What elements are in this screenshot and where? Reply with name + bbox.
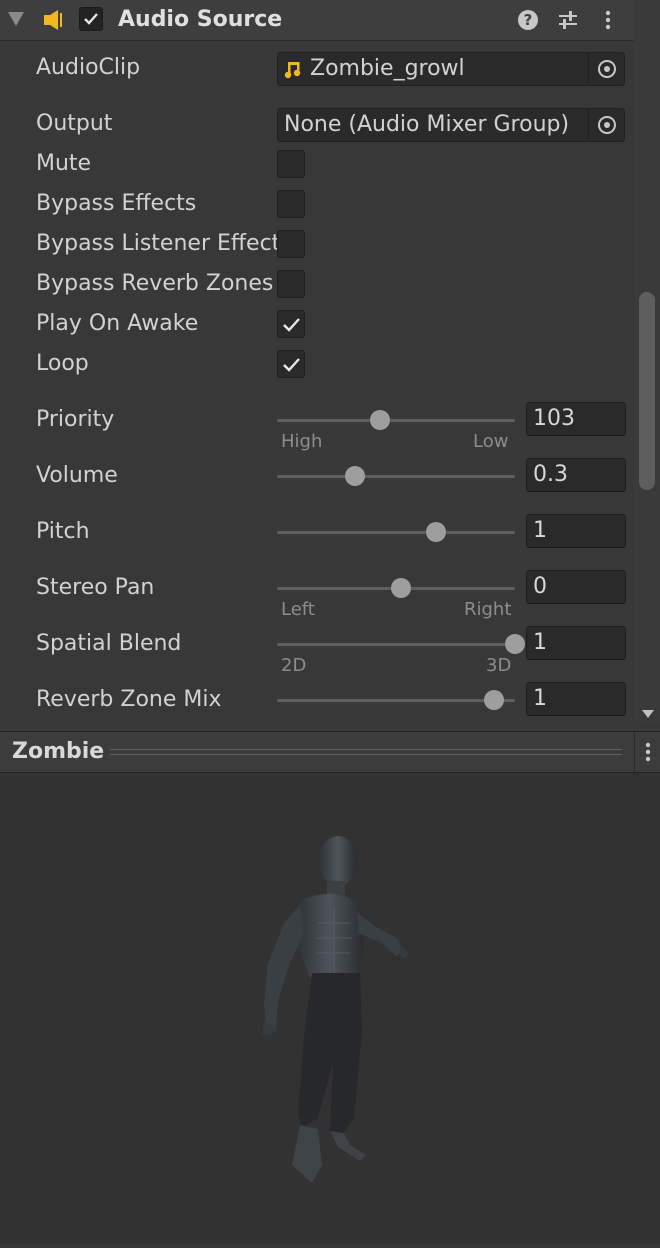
component-title: Audio Source [118, 7, 283, 32]
stereo-pan-min-label: Left [281, 599, 315, 620]
audio-clip-icon [284, 62, 301, 79]
component-header[interactable]: Audio Source ? [0, 0, 634, 41]
spatial-blend-slider-track[interactable] [277, 643, 515, 646]
priority-slider-handle[interactable] [370, 410, 391, 430]
drag-handle-line[interactable] [110, 754, 622, 755]
spatial-blend-max-label: 3D [486, 655, 512, 676]
bypass-effects-checkbox[interactable] [277, 190, 305, 218]
scroll-down-arrow-icon[interactable] [642, 710, 654, 718]
spatial-blend-value-field[interactable]: 1 [526, 626, 626, 660]
drag-handle-line[interactable] [110, 749, 622, 750]
inspector-scrollbar[interactable] [634, 0, 660, 722]
reverb-zone-mix-slider-handle[interactable] [484, 690, 505, 710]
object-picker-icon [598, 116, 616, 134]
loop-label: Loop [36, 351, 89, 376]
foldout-expanded-icon[interactable] [8, 12, 24, 26]
bypass-reverb-zones-label: Bypass Reverb Zones [36, 271, 274, 296]
priority-slider-track[interactable] [277, 419, 515, 422]
pitch-value-field[interactable]: 1 [526, 514, 626, 548]
output-picker-button[interactable] [588, 109, 624, 141]
stereo-pan-max-label: Right [464, 599, 512, 620]
preview-menu-button[interactable] [634, 732, 660, 772]
volume-label: Volume [36, 463, 118, 488]
component-enabled-checkbox[interactable] [79, 7, 103, 31]
stereo-pan-slider-handle[interactable] [391, 578, 411, 598]
audio-speaker-icon [44, 10, 62, 30]
audioclip-value: Zombie_growl [310, 56, 465, 81]
priority-label: Priority [36, 407, 115, 432]
bypass-effects-label: Bypass Effects [36, 191, 197, 216]
zombie-model [262, 836, 410, 1183]
bypass-reverb-zones-checkbox[interactable] [277, 270, 305, 298]
scrollbar-thumb[interactable] [639, 292, 655, 490]
bypass-listener-effects-label: Bypass Listener Effects [36, 231, 277, 256]
checkmark-icon [283, 318, 300, 332]
output-field[interactable]: None (Audio Mixer Group) [277, 108, 625, 142]
kebab-menu-icon[interactable] [596, 8, 620, 32]
svg-text:?: ? [524, 11, 533, 29]
reverb-zone-mix-label: Reverb Zone Mix [36, 687, 222, 712]
spatial-blend-label: Spatial Blend [36, 631, 182, 656]
volume-value-field[interactable]: 0.3 [526, 458, 626, 492]
checkmark-icon [84, 13, 98, 25]
volume-slider-handle[interactable] [345, 466, 366, 486]
stereo-pan-label: Stereo Pan [36, 575, 155, 600]
pitch-slider-track[interactable] [277, 531, 515, 534]
preview-title: Zombie [12, 739, 105, 764]
pitch-label: Pitch [36, 519, 90, 544]
audioclip-picker-button[interactable] [588, 53, 624, 85]
stereo-pan-value-field[interactable]: 0 [526, 570, 626, 604]
spatial-blend-slider-handle[interactable] [505, 634, 525, 654]
volume-slider-track[interactable] [277, 475, 515, 478]
play-on-awake-checkbox[interactable] [277, 310, 305, 338]
bypass-listener-effects-checkbox[interactable] [277, 230, 305, 258]
mute-checkbox[interactable] [277, 150, 305, 178]
reverb-zone-mix-value-field[interactable]: 1 [526, 682, 626, 716]
presets-sliders-icon[interactable] [556, 8, 580, 32]
pitch-slider-handle[interactable] [426, 522, 447, 542]
output-label: Output [36, 111, 113, 136]
play-on-awake-label: Play On Awake [36, 311, 199, 336]
priority-max-label: Low [473, 431, 509, 452]
object-picker-icon [598, 60, 616, 78]
audioclip-field[interactable]: Zombie_growl [277, 52, 625, 86]
checkmark-icon [283, 358, 300, 372]
output-value: None (Audio Mixer Group) [284, 112, 570, 137]
model-preview-viewport[interactable] [0, 773, 660, 1244]
audioclip-label: AudioClip [36, 55, 141, 80]
priority-min-label: High [281, 431, 323, 452]
loop-checkbox[interactable] [277, 350, 305, 378]
priority-value-field[interactable]: 103 [526, 402, 626, 436]
preview-header[interactable]: Zombie [0, 731, 660, 773]
reverb-zone-mix-slider-track[interactable] [277, 699, 515, 702]
spatial-blend-min-label: 2D [281, 655, 307, 676]
mute-label: Mute [36, 151, 92, 176]
kebab-menu-icon [645, 742, 651, 762]
inspector-panel: Audio Source ? AudioClip Zombie_growl Ou… [0, 0, 660, 730]
help-icon[interactable]: ? [516, 8, 540, 32]
